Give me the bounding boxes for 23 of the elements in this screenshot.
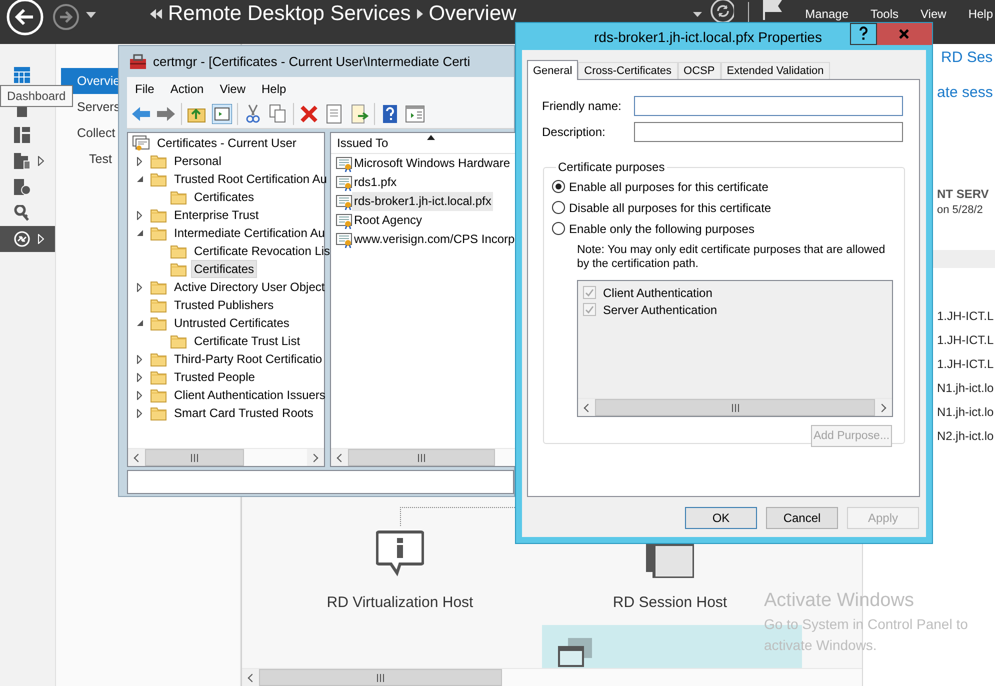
checkbox-label: Client Authentication [603, 286, 712, 300]
table-cell-text: 1.JH-ICT.L [937, 308, 995, 325]
section-subtitle: on 5/28/2 [937, 204, 984, 216]
table-cell-text: N1.jh-ict.lo [937, 404, 995, 421]
field-label: Description: [542, 125, 606, 139]
notice-text: Go to System in Control Panel to activate Windows. [764, 615, 969, 655]
table-cell-text: N2.jh-ict.lo [937, 428, 995, 445]
table-cell-text: 1.JH-ICT.L [937, 356, 995, 373]
checkbox-label: Server Authentication [603, 302, 718, 316]
notice-title: Activate Windows [764, 590, 915, 612]
table-cell-text: 1.JH-ICT.L [937, 332, 995, 349]
radio-label: Enable only the following purposes [569, 222, 754, 236]
note-text: Note: You may only edit certificate purposes that are allowed by the certification path. [577, 243, 886, 271]
window-title: certmgr - [Certificates - Current User\Intermediate Certi [153, 54, 470, 69]
group-title: Certificate purposes [557, 160, 666, 174]
window-title: rds-broker1.jh-ict.local.pfx Properties [593, 28, 823, 45]
panel-title: RD Ses [940, 49, 994, 66]
field-label: Friendly name: [542, 99, 622, 113]
radio-label: Disable all purposes for this certificate [569, 200, 772, 214]
section-title: NT SERV [937, 187, 990, 201]
radio-label: Enable all purposes for this certificate [569, 180, 768, 194]
table-cell-text: N1.jh-ict.lo [937, 380, 995, 397]
tooltip: Dashboard [0, 85, 73, 107]
